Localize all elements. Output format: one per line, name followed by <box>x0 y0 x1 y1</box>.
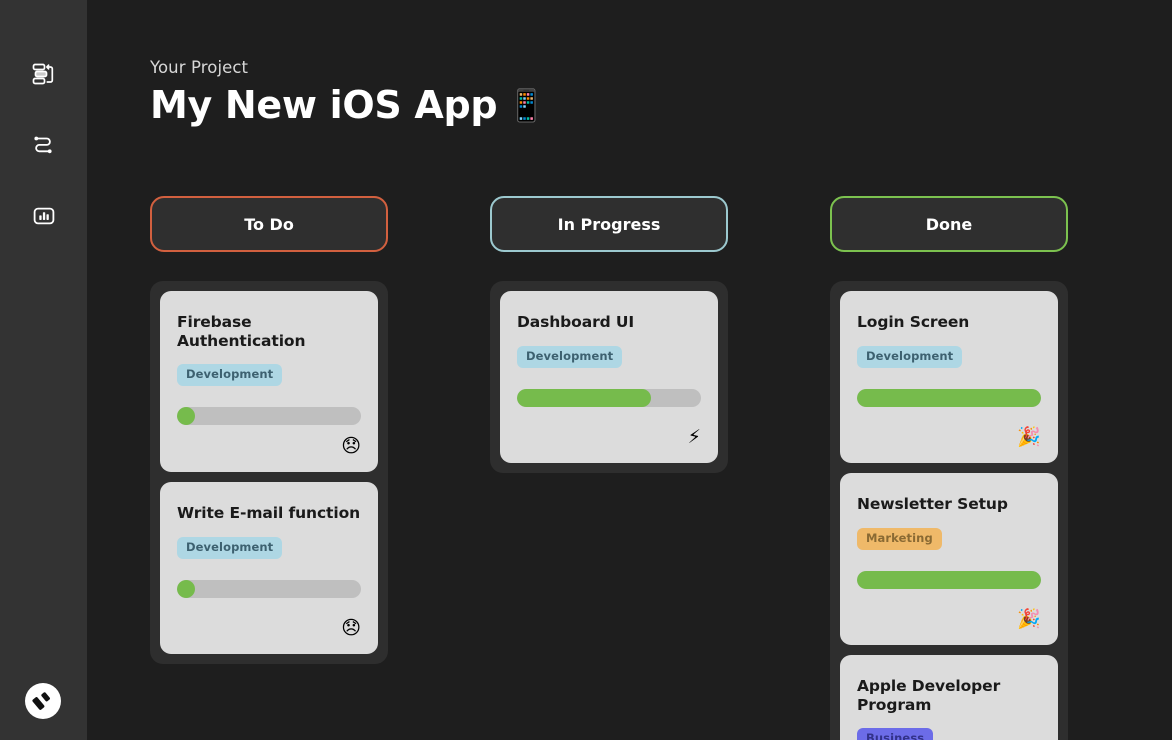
column-card-list: Login Screen Development 🎉 Newsletter Setup… <box>830 281 1068 740</box>
task-status-emoji-icon: 🎉 <box>1017 608 1041 630</box>
task-card[interactable]: Dashboard UI Development ⚡ <box>500 291 718 463</box>
column-header[interactable]: Done <box>830 196 1068 252</box>
task-status-emoji-icon: 😞 <box>341 617 361 640</box>
task-progress-bar <box>517 388 701 407</box>
kanban-column: In Progress Dashboard UI Development ⚡ <box>490 196 728 740</box>
task-card-title: Write E-mail function <box>177 504 361 523</box>
task-card-title: Apple Developer Program <box>857 677 1001 714</box>
task-card-tag: Development <box>177 364 283 387</box>
task-status-emoji-icon: 🎉 <box>1017 426 1041 448</box>
column-header[interactable]: In Progress <box>490 196 728 252</box>
task-card[interactable]: Write E-mail function Development 😞 <box>160 482 378 655</box>
sidebar-item-board[interactable] <box>22 52 66 96</box>
sidebar-nav <box>22 52 66 238</box>
task-card-title: Newsletter Setup <box>857 495 1008 513</box>
task-card-footer: ⚡ <box>517 416 701 447</box>
board-icon <box>32 63 53 85</box>
task-card[interactable]: Newsletter Setup Marketing 🎉 <box>840 473 1058 645</box>
page-eyebrow: Your Project <box>150 58 249 77</box>
task-progress-fill <box>857 570 1041 589</box>
task-card-footer: 😞 <box>177 425 361 456</box>
task-card-title: Login Screen <box>857 313 970 331</box>
page-header: Your Project My New iOS App 📱 <box>87 0 1172 126</box>
kanban-board: To Do Firebase Authentication Development 😞… <box>150 196 1172 740</box>
task-card-title: Dashboard UI <box>517 313 635 331</box>
task-progress-bar <box>857 388 1041 407</box>
task-card-tag: Development <box>857 345 963 368</box>
task-progress-fill <box>177 580 195 599</box>
task-card-tag: Development <box>177 537 283 560</box>
task-card-tag: Development <box>517 345 623 368</box>
kanban-app: Your Project My New iOS App 📱 To Do Fireb… <box>0 0 1172 740</box>
task-card-footer: 🎉 <box>857 416 1041 447</box>
column-card-list: Firebase Authentication Development 😞 Write… <box>150 281 388 665</box>
mobile-phone-icon: 📱 <box>507 88 546 125</box>
task-progress-fill <box>177 407 195 426</box>
task-card[interactable]: Login Screen Development 🎉 <box>840 291 1058 463</box>
sidebar <box>0 0 87 740</box>
task-progress-bar <box>177 580 361 599</box>
task-card-footer: 😞 <box>177 607 361 638</box>
app-logo-icon <box>32 692 50 710</box>
kanban-column: To Do Firebase Authentication Development 😞… <box>150 196 388 740</box>
task-card-footer: 🎉 <box>857 598 1041 629</box>
main-content: Your Project My New iOS App 📱 To Do Fireb… <box>87 0 1172 740</box>
timeline-icon <box>33 136 52 154</box>
task-card-tag: Marketing <box>857 527 942 550</box>
task-status-emoji-icon: 😞 <box>341 435 361 458</box>
column-header[interactable]: To Do <box>150 196 388 252</box>
app-logo[interactable] <box>25 683 61 719</box>
task-card-title: Firebase Authentication <box>177 313 306 350</box>
task-progress-fill <box>517 388 652 407</box>
task-progress-bar <box>177 407 361 426</box>
sidebar-item-reports[interactable] <box>22 194 66 238</box>
task-card[interactable]: Firebase Authentication Development 😞 <box>160 291 378 473</box>
task-card[interactable]: Apple Developer ProgramBusiness🎉 <box>840 655 1058 740</box>
page-title-row: My New iOS App 📱 <box>150 83 1172 127</box>
chart-icon <box>33 207 54 225</box>
page-title: My New iOS App <box>150 83 498 127</box>
task-progress-bar <box>857 570 1041 589</box>
sidebar-item-timeline[interactable] <box>22 123 66 167</box>
column-card-list: Dashboard UI Development ⚡ <box>490 281 728 473</box>
task-status-emoji-icon: ⚡ <box>687 426 701 448</box>
task-progress-fill <box>857 388 1041 407</box>
kanban-column: Done Login Screen Development 🎉 Newsletter S… <box>830 196 1068 740</box>
task-card-tag: Business <box>857 728 934 740</box>
